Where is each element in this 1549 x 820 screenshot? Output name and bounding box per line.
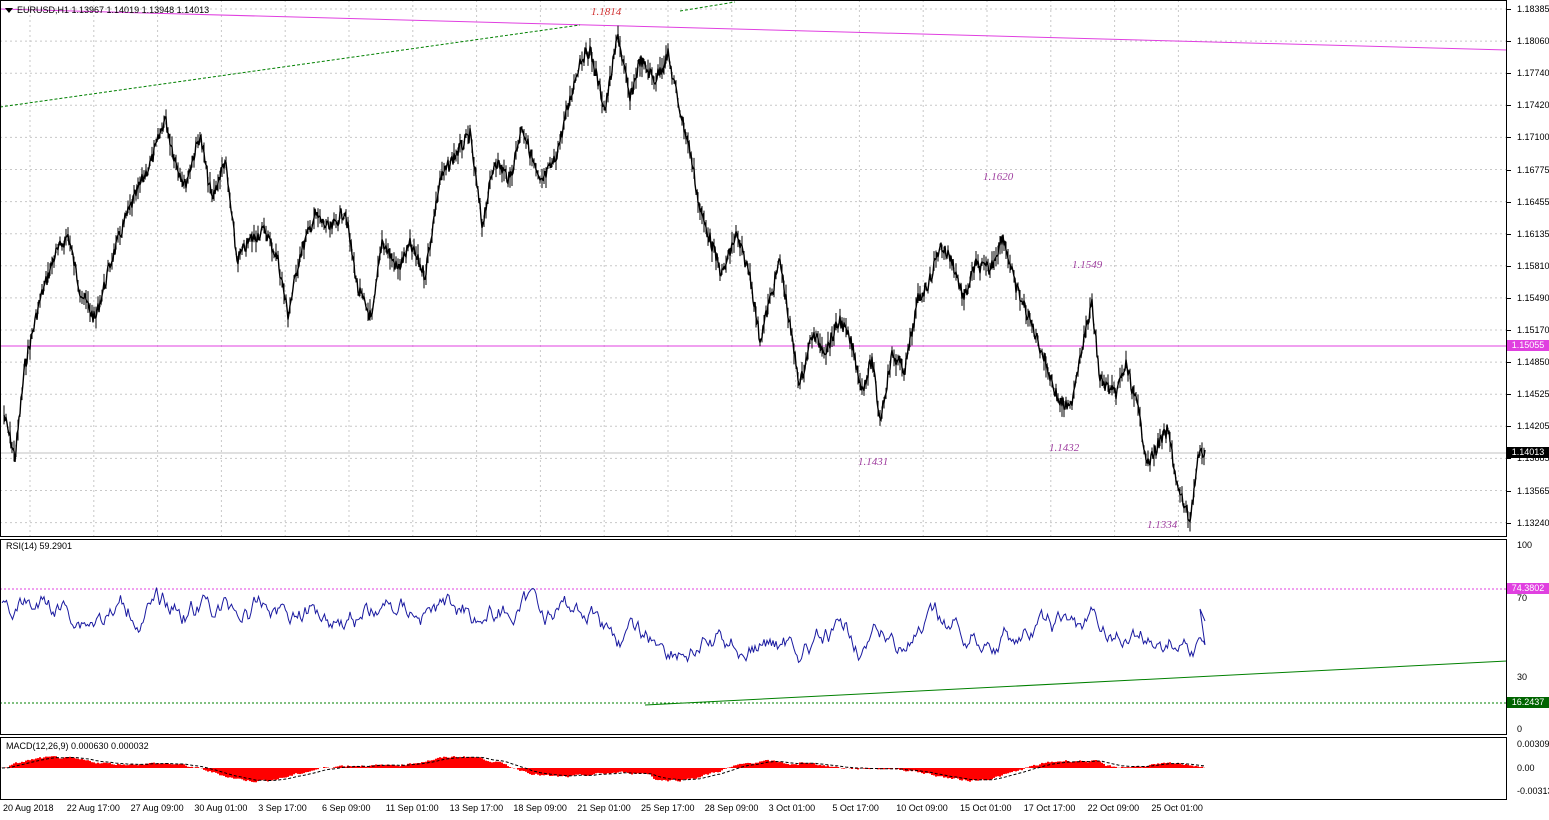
time-label: 18 Sep 09:00	[513, 803, 567, 813]
time-label: 30 Aug 01:00	[194, 803, 248, 813]
macd-pane[interactable]: MACD(12,26,9) 0.000630 0.000032 0.003091…	[0, 737, 1549, 800]
price-tick-mark	[1507, 458, 1511, 460]
time-label: 5 Oct 17:00	[832, 803, 879, 813]
price-label: 1.16135	[1517, 228, 1549, 239]
annotation-1549: 1.1549	[1072, 259, 1103, 271]
time-label: 22 Aug 17:00	[66, 803, 120, 813]
price-tick-mark	[1507, 394, 1511, 396]
time-label: 20 Aug 2018	[3, 803, 54, 813]
price-tick-mark	[1507, 169, 1511, 171]
price-label: 1.16775	[1517, 164, 1549, 175]
price-label: 1.18060	[1517, 36, 1549, 47]
price-tick-mark	[1507, 297, 1511, 299]
price-label: 1.18385	[1517, 4, 1549, 14]
price-tick-mark	[1507, 201, 1511, 203]
time-label: 22 Oct 09:00	[1087, 803, 1140, 813]
price-chart-pane[interactable]: EURUSD,H1 1.13967 1.14019 1.13948 1.1401…	[0, 0, 1549, 537]
chart-title: EURUSD,H1 1.13967 1.14019 1.13948 1.1401…	[17, 5, 210, 15]
time-label: 13 Sep 17:00	[449, 803, 504, 813]
price-tick-mark	[1507, 490, 1511, 492]
price-label: 1.15170	[1517, 325, 1549, 335]
rsi-label-100: 100	[1517, 540, 1533, 550]
price-label: 1.17740	[1517, 68, 1549, 79]
time-label: 15 Oct 01:00	[960, 803, 1012, 813]
resistance-trendline[interactable]	[0, 8, 1507, 51]
macd-axis: 0.003091 0.00 -0.003134	[1507, 737, 1549, 800]
macd-label-top: 0.003091	[1517, 739, 1549, 749]
price-tick-mark	[1507, 105, 1511, 107]
annotation-1334: 1.1334	[1147, 519, 1178, 531]
time-label: 3 Oct 01:00	[768, 803, 816, 813]
rsi-trendline[interactable]	[644, 660, 1507, 706]
rsi-label-0: 0	[1517, 724, 1523, 734]
price-label: 1.14850	[1517, 357, 1549, 368]
price-label: 1.16455	[1517, 196, 1549, 207]
support-trendline-green-ext[interactable]	[679, 1, 736, 12]
time-label: 10 Oct 09:00	[896, 803, 948, 813]
time-label: 21 Sep 01:00	[577, 803, 631, 813]
price-label: 1.17420	[1517, 100, 1549, 111]
time-label: 6 Sep 09:00	[322, 803, 371, 813]
time-label: 25 Sep 17:00	[641, 803, 695, 813]
price-label: 1.15810	[1517, 260, 1549, 271]
time-label: 25 Oct 01:00	[1151, 803, 1203, 813]
time-label: 11 Sep 01:00	[385, 803, 439, 813]
rsi-title: RSI(14) 59.2901	[6, 541, 73, 551]
time-label: 3 Sep 17:00	[258, 803, 307, 813]
rsi-upper-level-tag: 74.3802	[1507, 583, 1549, 594]
annotation-1620: 1.1620	[983, 171, 1014, 183]
annotation-1431: 1.1431	[858, 456, 889, 468]
macd-canvas[interactable]	[0, 737, 1507, 800]
rsi-label-70: 70	[1517, 593, 1528, 603]
time-axis: 20 Aug 2018 22 Aug 17:00 27 Aug 09:00 30 Au…	[0, 800, 1507, 820]
price-label: 1.14525	[1517, 389, 1549, 400]
macd-title: MACD(12,26,9) 0.000630 0.000032	[6, 741, 149, 751]
price-tick-mark	[1507, 137, 1511, 139]
price-tick-mark	[1507, 9, 1511, 10]
annotation-1432: 1.1432	[1049, 442, 1080, 454]
current-price-tag: 1.14013	[1507, 447, 1549, 458]
symbol-menu-icon[interactable]	[5, 8, 13, 13]
rsi-lower-level-tag: 16.2437	[1507, 697, 1549, 708]
price-tick-mark	[1507, 362, 1511, 364]
rsi-label-30: 30	[1517, 672, 1528, 682]
rsi-line	[1, 587, 1206, 664]
annotation-peak: 1.1814	[591, 6, 622, 18]
price-tick-mark	[1507, 41, 1511, 43]
price-tick-mark	[1507, 73, 1511, 75]
time-label: 17 Oct 17:00	[1023, 803, 1076, 813]
price-tick-mark	[1507, 265, 1511, 267]
price-label: 1.13565	[1517, 485, 1549, 496]
price-label: 1.15490	[1517, 292, 1549, 303]
time-label: 28 Sep 09:00	[704, 803, 759, 813]
price-tick-mark	[1507, 233, 1511, 235]
rsi-pane[interactable]: RSI(14) 59.2901 100 70 30 0 74.3802 16.2…	[0, 539, 1549, 735]
time-label: 27 Aug 09:00	[130, 803, 184, 813]
price-tick-mark	[1507, 522, 1511, 524]
support-trendline-green[interactable]	[0, 24, 581, 108]
price-tick-mark	[1507, 426, 1511, 428]
macd-label-zero: 0.00	[1517, 763, 1535, 773]
price-chart-canvas[interactable]	[0, 0, 1507, 537]
macd-label-bottom: -0.003134	[1517, 786, 1549, 796]
price-label: 1.17100	[1517, 132, 1549, 143]
price-label: 1.14205	[1517, 421, 1549, 432]
price-label: 1.13240	[1517, 517, 1549, 528]
rsi-canvas[interactable]	[0, 539, 1507, 735]
horizontal-line-price-tag: 1.15055	[1507, 340, 1549, 351]
price-tick-mark	[1507, 330, 1511, 331]
